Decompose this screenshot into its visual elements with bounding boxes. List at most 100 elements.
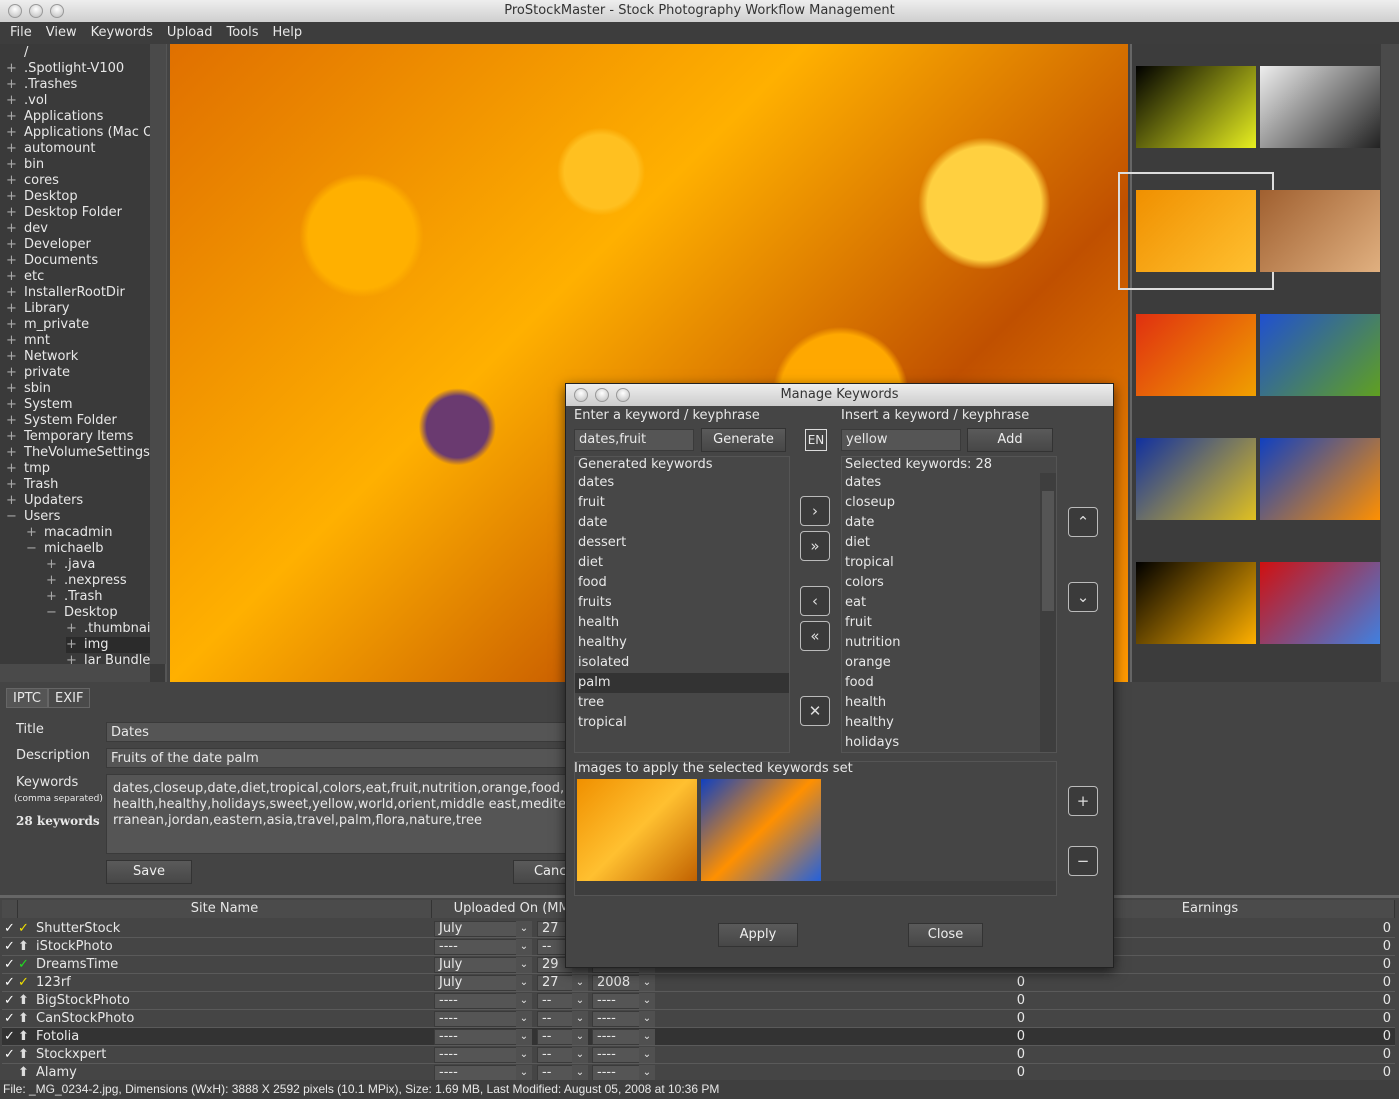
month-select[interactable]: July <box>434 957 518 973</box>
month-dropdown-chevron-icon[interactable]: ⌄ <box>516 975 532 991</box>
tree-node[interactable]: + Network <box>6 349 78 365</box>
selected-keyword-item[interactable]: food <box>842 673 1040 693</box>
month-dropdown-chevron-icon[interactable]: ⌄ <box>516 921 532 937</box>
tree-node[interactable]: + .Trash <box>46 589 103 605</box>
tree-node[interactable]: + m_private <box>6 317 89 333</box>
clear-x-icon[interactable]: ✕ <box>800 696 830 726</box>
month-dropdown-chevron-icon[interactable]: ⌄ <box>516 939 532 955</box>
expand-icon[interactable]: + <box>46 589 64 605</box>
month-dropdown-chevron-icon[interactable]: ⌄ <box>516 1011 532 1027</box>
tree-node[interactable]: + System <box>6 397 72 413</box>
thumbnail-palm[interactable] <box>1260 438 1380 520</box>
checkmark-icon[interactable]: ✓ <box>4 992 18 1009</box>
remove-one-arrow-icon[interactable]: ‹ <box>800 586 830 616</box>
month-dropdown-chevron-icon[interactable]: ⌄ <box>516 1065 532 1081</box>
close-button[interactable]: Close <box>908 923 983 947</box>
tab-exif[interactable]: EXIF <box>48 688 91 708</box>
thumbnail-dates[interactable] <box>1118 172 1274 290</box>
month-select[interactable]: ---- <box>434 993 518 1009</box>
thumbnail-bottles[interactable] <box>1136 438 1256 520</box>
add-all-arrow-icon[interactable]: » <box>800 531 830 561</box>
selected-keyword-item[interactable]: healthy <box>842 713 1040 733</box>
selected-keyword-item[interactable]: holidays <box>842 733 1040 752</box>
menu-help[interactable]: Help <box>273 22 303 44</box>
tree-node[interactable]: + System Folder <box>6 413 117 429</box>
save-button[interactable]: Save <box>106 860 192 884</box>
year-select[interactable]: ---- <box>592 1047 640 1063</box>
expand-icon[interactable]: + <box>6 493 24 509</box>
selected-keyword-item[interactable]: diet <box>842 533 1040 553</box>
expand-icon[interactable]: + <box>6 205 24 221</box>
zoom-window-button[interactable] <box>50 4 64 18</box>
year-dropdown-chevron-icon[interactable]: ⌄ <box>639 1047 655 1063</box>
tree-node[interactable]: + .Trashes <box>6 77 77 93</box>
menu-tools[interactable]: Tools <box>226 22 258 44</box>
thumbnail-car[interactable] <box>1260 562 1380 644</box>
day-dropdown-chevron-icon[interactable]: ⌄ <box>572 1029 588 1045</box>
move-down-icon[interactable]: ⌄ <box>1068 582 1098 612</box>
table-row[interactable]: ✓ ⬆ BigStockPhoto ---- ⌄ -- ⌄ ---- ⌄ 0 0 <box>2 992 1395 1010</box>
expand-icon[interactable]: + <box>46 557 64 573</box>
collapse-icon[interactable]: − <box>6 509 24 525</box>
expand-icon[interactable]: + <box>6 237 24 253</box>
generate-button[interactable]: Generate <box>701 428 786 452</box>
selected-keyword-item[interactable]: date <box>842 513 1040 533</box>
tree-node[interactable]: + macadmin <box>26 525 113 541</box>
year-dropdown-chevron-icon[interactable]: ⌄ <box>639 1029 655 1045</box>
tree-node[interactable]: + Trash <box>6 477 58 493</box>
generated-keyword-item[interactable]: dates <box>575 473 789 493</box>
move-up-icon[interactable]: ⌃ <box>1068 507 1098 537</box>
month-dropdown-chevron-icon[interactable]: ⌄ <box>516 993 532 1009</box>
enter-keyword-input[interactable]: dates,fruit <box>574 429 694 451</box>
expand-icon[interactable]: + <box>6 365 24 381</box>
selected-keyword-item[interactable]: closeup <box>842 493 1040 513</box>
tree-node[interactable]: + sbin <box>6 381 51 397</box>
year-dropdown-chevron-icon[interactable]: ⌄ <box>639 1011 655 1027</box>
expand-icon[interactable]: + <box>6 381 24 397</box>
title-field[interactable]: Dates <box>106 722 576 742</box>
thumbnail-flower[interactable] <box>1136 562 1256 644</box>
tree-node[interactable]: + dev <box>6 221 48 237</box>
tab-iptc[interactable]: IPTC <box>6 688 48 708</box>
month-select[interactable]: ---- <box>434 1047 518 1063</box>
table-row[interactable]: ✓ ⬆ Stockxpert ---- ⌄ -- ⌄ ---- ⌄ 0 0 <box>2 1046 1395 1064</box>
tree-node[interactable]: + .thumbnails <box>66 621 161 637</box>
day-select[interactable]: -- <box>537 993 573 1009</box>
day-select[interactable]: -- <box>537 1029 573 1045</box>
expand-icon[interactable]: + <box>6 413 24 429</box>
add-image-plus-icon[interactable]: + <box>1068 786 1098 816</box>
expand-icon[interactable]: + <box>6 77 24 93</box>
tree-node[interactable]: − michaelb <box>26 541 104 557</box>
expand-icon[interactable]: + <box>6 93 24 109</box>
expand-icon[interactable]: + <box>6 157 24 173</box>
expand-icon[interactable]: + <box>6 333 24 349</box>
expand-icon[interactable]: + <box>6 461 24 477</box>
expand-icon[interactable]: + <box>6 125 24 141</box>
dialog-close-button[interactable] <box>574 388 588 402</box>
generated-keyword-item[interactable]: isolated <box>575 653 789 673</box>
tree-node[interactable]: − Desktop <box>46 605 118 621</box>
tree-node[interactable]: + InstallerRootDir <box>6 285 125 301</box>
selected-keyword-item[interactable]: nutrition <box>842 633 1040 653</box>
year-select[interactable]: ---- <box>592 1029 640 1045</box>
expand-icon[interactable]: + <box>6 109 24 125</box>
checkmark-icon[interactable]: ✓ <box>4 1010 18 1027</box>
header-site-name[interactable]: Site Name <box>18 900 432 918</box>
year-select[interactable]: ---- <box>592 1011 640 1027</box>
close-window-button[interactable] <box>8 4 22 18</box>
tree-node[interactable]: + mnt <box>6 333 50 349</box>
generated-keyword-item[interactable]: health <box>575 613 789 633</box>
tree-node[interactable]: + Updaters <box>6 493 83 509</box>
checkmark-icon[interactable]: ✓ <box>4 1028 18 1045</box>
menu-view[interactable]: View <box>46 22 77 44</box>
language-toggle[interactable]: EN <box>805 429 827 451</box>
minimize-window-button[interactable] <box>29 4 43 18</box>
day-select[interactable]: -- <box>537 1047 573 1063</box>
year-dropdown-chevron-icon[interactable]: ⌄ <box>639 993 655 1009</box>
day-dropdown-chevron-icon[interactable]: ⌄ <box>572 993 588 1009</box>
dialog-zoom-button[interactable] <box>616 388 630 402</box>
expand-icon[interactable]: + <box>6 397 24 413</box>
add-button[interactable]: Add <box>967 428 1053 452</box>
month-dropdown-chevron-icon[interactable]: ⌄ <box>516 1047 532 1063</box>
table-row[interactable]: ✓ ⬆ Fotolia ---- ⌄ -- ⌄ ---- ⌄ 0 0 <box>2 1028 1395 1046</box>
